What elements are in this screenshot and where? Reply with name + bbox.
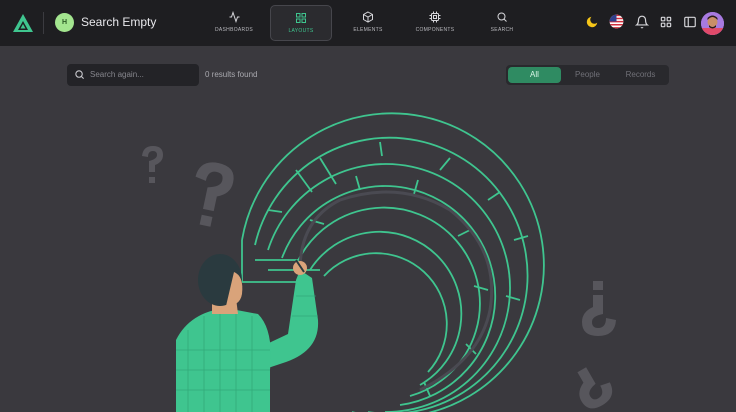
- moon-icon[interactable]: [585, 15, 599, 29]
- search-icon: [497, 12, 507, 22]
- nav-layouts[interactable]: LAYOUTS: [270, 5, 332, 41]
- apps-grid-icon[interactable]: [659, 15, 673, 29]
- person-illustration: [176, 254, 319, 412]
- nav-components[interactable]: COMPONENTS: [404, 5, 466, 41]
- activity-icon: [229, 11, 239, 23]
- nav-label: COMPONENTS: [415, 27, 455, 33]
- filter-segmented-control: All People Records: [506, 65, 669, 85]
- filter-people[interactable]: People: [561, 67, 614, 83]
- nav-elements[interactable]: ELEMENTS: [337, 5, 399, 41]
- search-icon: [75, 70, 85, 80]
- nav-label: DASHBOARDS: [214, 27, 253, 33]
- workspace-badge[interactable]: H: [55, 13, 74, 32]
- avatar[interactable]: [701, 12, 724, 35]
- maze-graphic: [241, 112, 545, 412]
- grid-icon: [296, 13, 306, 23]
- us-flag-icon[interactable]: [609, 14, 624, 29]
- nav-label: ELEMENTS: [353, 27, 383, 33]
- user-avatar-icon: [701, 12, 724, 35]
- results-count: 0 results found: [205, 70, 258, 79]
- nav-search[interactable]: SEARCH: [471, 5, 533, 41]
- cpu-icon: [429, 11, 441, 23]
- page-title: Search Empty: [81, 15, 157, 29]
- filter-all[interactable]: All: [508, 67, 561, 83]
- bell-icon[interactable]: [635, 15, 649, 29]
- question-mark-icon: [577, 367, 613, 409]
- search-input[interactable]: Search again...: [67, 64, 199, 86]
- question-mark-icon: [142, 146, 163, 183]
- top-bar: H Search Empty DASHBOARDS LAYOUTS ELEMEN…: [0, 0, 736, 46]
- logo-icon[interactable]: [12, 13, 34, 33]
- empty-state-illustration: [142, 112, 616, 412]
- nav-label: LAYOUTS: [288, 28, 314, 34]
- box-icon: [363, 11, 373, 23]
- maze-path: [298, 190, 494, 392]
- header-divider: [43, 12, 44, 34]
- filter-records[interactable]: Records: [614, 67, 667, 83]
- question-mark-icon: [195, 162, 234, 227]
- nav-dashboards[interactable]: DASHBOARDS: [203, 5, 265, 41]
- search-placeholder: Search again...: [90, 70, 144, 79]
- question-mark-icon: [582, 281, 616, 336]
- nav-label: SEARCH: [490, 27, 514, 33]
- sidebar-toggle-icon[interactable]: [683, 15, 697, 29]
